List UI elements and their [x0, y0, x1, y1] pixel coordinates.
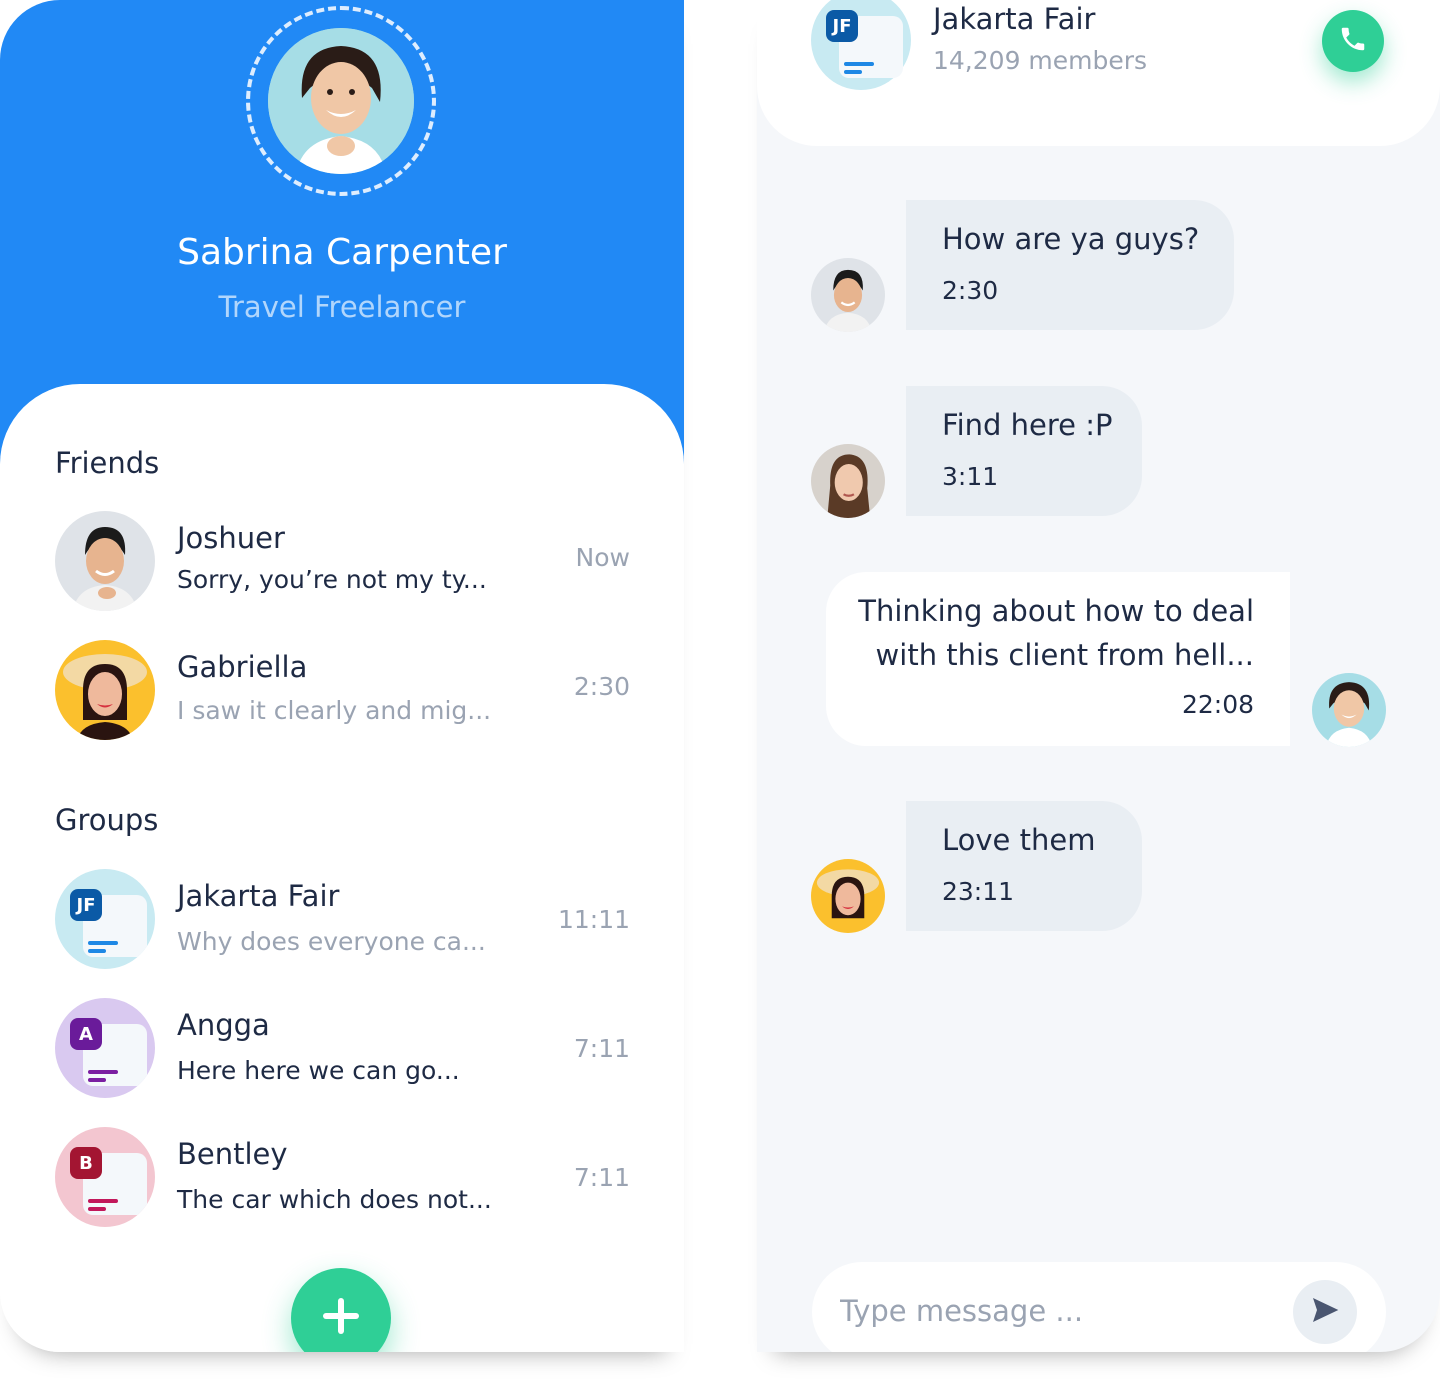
profile-avatar[interactable]: [268, 28, 414, 174]
message-time: 11:11: [557, 905, 630, 934]
group-badge: A: [70, 1018, 102, 1050]
contact-name: Angga: [177, 1008, 270, 1042]
message-preview: I saw it clearly and mig...: [177, 696, 492, 725]
message-time: Now: [575, 543, 630, 572]
group-badge: JF: [826, 10, 858, 42]
message-time: 23:11: [942, 877, 1015, 906]
sender-avatar: [811, 859, 885, 933]
send-button[interactable]: [1293, 1280, 1357, 1344]
member-count: 14,209 members: [933, 46, 1148, 75]
group-badge: JF: [70, 889, 102, 921]
message-time: 7:11: [573, 1163, 630, 1192]
group-item-bentley[interactable]: B Bentley The car which does not... 7:11: [55, 1127, 630, 1229]
contact-name: Bentley: [177, 1137, 288, 1171]
avatar: [55, 640, 155, 740]
message-time: 22:08: [1181, 690, 1254, 719]
group-logo: B: [55, 1127, 155, 1227]
message-input[interactable]: [840, 1286, 1280, 1336]
message-preview: Here here we can go...: [177, 1056, 460, 1085]
contact-name: Gabriella: [177, 650, 308, 684]
sender-avatar: [811, 258, 885, 332]
own-message-bubble: Thinking about how to deal with this cli…: [826, 572, 1290, 746]
group-logo: A: [55, 998, 155, 1098]
message-time: 7:11: [573, 1034, 630, 1063]
message-text: Find here :P: [942, 408, 1113, 442]
sender-avatar: [811, 444, 885, 518]
avatar: [55, 511, 155, 611]
friend-item-joshuer[interactable]: Joshuer Sorry, you’re not my ty... Now: [55, 511, 630, 613]
contact-name: Jakarta Fair: [177, 879, 340, 913]
group-badge: B: [70, 1147, 102, 1179]
message-bubble: Find here :P 3:11: [906, 386, 1142, 516]
send-icon: [1309, 1294, 1341, 1330]
groups-section-title: Groups: [55, 803, 159, 837]
own-avatar: [1312, 673, 1386, 747]
message-time: 2:30: [573, 672, 630, 701]
phone-icon: [1338, 24, 1368, 58]
contact-name: Joshuer: [177, 521, 285, 555]
message-bubble: How are ya guys? 2:30: [906, 200, 1234, 330]
call-button[interactable]: [1322, 10, 1384, 72]
message-preview: Sorry, you’re not my ty...: [177, 565, 487, 594]
message-bubble: Love them 23:11: [906, 801, 1142, 931]
plus-icon: [321, 1296, 361, 1340]
friends-section-title: Friends: [55, 446, 160, 480]
friend-item-gabriella[interactable]: Gabriella I saw it clearly and mig... 2:…: [55, 640, 630, 742]
message-time: 2:30: [942, 276, 999, 305]
message-preview: Why does everyone ca...: [177, 927, 486, 956]
chat-header: JF Jakarta Fair 14,209 members: [757, 0, 1440, 146]
group-item-angga[interactable]: A Angga Here here we can go... 7:11: [55, 998, 630, 1100]
profile-role: Travel Freelancer: [218, 290, 466, 324]
group-logo: JF: [55, 869, 155, 969]
message-text: Love them: [942, 823, 1096, 857]
message-text-line-2: with this client from hell...: [875, 638, 1254, 672]
profile-name: Sabrina Carpenter: [177, 232, 507, 273]
group-item-jakarta-fair[interactable]: JF Jakarta Fair Why does everyone ca... …: [55, 869, 630, 971]
message-preview: The car which does not...: [177, 1185, 492, 1214]
message-text-line-1: Thinking about how to deal: [858, 594, 1254, 628]
chat-group-logo: JF: [811, 0, 911, 90]
message-time: 3:11: [942, 462, 999, 491]
message-composer: [812, 1262, 1386, 1352]
contacts-screen: Sabrina Carpenter Travel Freelancer Frie…: [0, 0, 684, 1352]
message-text: How are ya guys?: [942, 222, 1200, 256]
chat-screen: JF Jakarta Fair 14,209 members How are y…: [757, 0, 1440, 1352]
chat-title: Jakarta Fair: [933, 2, 1096, 36]
